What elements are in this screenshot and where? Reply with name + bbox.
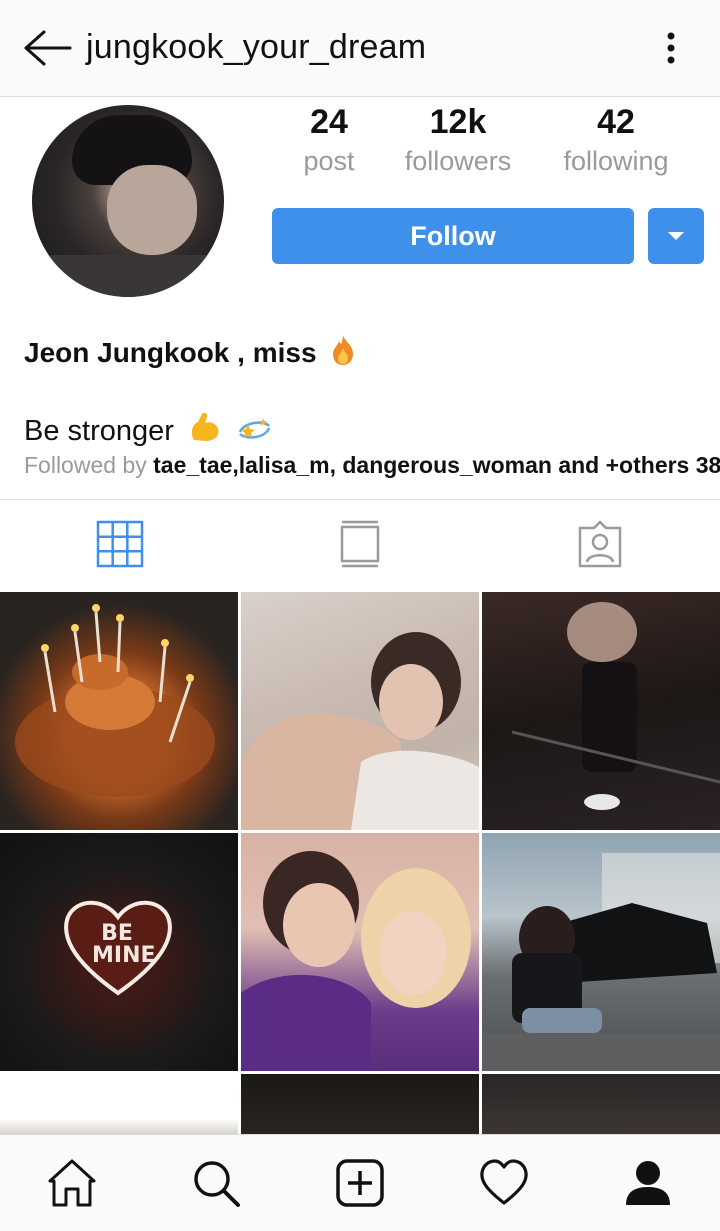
activity-heart-icon[interactable]	[478, 1157, 530, 1209]
bio-text: Be stronger	[24, 410, 272, 448]
grid-post-night-blur[interactable]	[482, 592, 720, 830]
grid-post-birthday-cake[interactable]	[0, 592, 238, 830]
bio-line: Be stronger	[24, 415, 174, 447]
car-photo-illustration	[482, 853, 720, 1071]
stat-following[interactable]: 42 following	[556, 103, 676, 177]
cake-candles-illustration	[15, 604, 215, 797]
stat-followers-label: followers	[404, 146, 512, 176]
grid-post-selfie[interactable]	[241, 833, 479, 1071]
more-vertical-icon[interactable]	[656, 28, 686, 68]
followed-by[interactable]: Followed by tae_tae,lalisa_m, dangerous_…	[24, 452, 720, 479]
grid-icon[interactable]	[96, 520, 144, 568]
stat-followers-count: 12k	[429, 103, 487, 141]
night-photo-illustration	[511, 602, 720, 810]
sleeping-photo-illustration	[241, 632, 479, 830]
grid-post-sleeping[interactable]	[241, 592, 479, 830]
section-divider	[0, 499, 720, 500]
follow-button[interactable]: Follow	[272, 208, 634, 264]
grid-post-partial-3[interactable]	[482, 1074, 720, 1134]
stat-following-label: following	[563, 146, 669, 176]
followed-by-names: tae_tae,lalisa_m, dangerous_woman and +o…	[153, 452, 720, 478]
grid-post-partial-1[interactable]	[0, 1074, 238, 1134]
search-icon[interactable]	[190, 1157, 242, 1209]
selfie-photo-illustration	[241, 851, 471, 1071]
caret-down-icon	[668, 232, 684, 240]
stat-following-count: 42	[597, 103, 635, 141]
tagged-icon[interactable]	[576, 520, 624, 568]
suggested-dropdown-button[interactable]	[648, 208, 704, 264]
add-post-icon[interactable]	[334, 1157, 386, 1209]
grid-post-car[interactable]	[482, 833, 720, 1071]
stat-followers[interactable]: 12k followers	[398, 103, 518, 177]
fire-emoji-icon	[333, 335, 354, 365]
dizzy-stars-emoji-icon	[238, 418, 271, 439]
display-name-text: Jeon Jungkook , miss	[24, 337, 317, 368]
stat-posts-label: post	[303, 146, 355, 176]
grid-post-partial-2[interactable]	[241, 1074, 479, 1134]
home-icon[interactable]	[46, 1157, 98, 1209]
arrow-left-icon[interactable]	[22, 28, 72, 68]
profile-avatar[interactable]	[32, 105, 224, 297]
avatar-face-shape	[107, 165, 197, 255]
feed-icon[interactable]	[336, 520, 384, 568]
grid-post-be-mine[interactable]: BE MINE	[0, 833, 238, 1071]
display-name: Jeon Jungkook , miss	[24, 334, 356, 369]
neon-heart-line-2: MINE	[92, 943, 156, 968]
followed-by-prefix: Followed by	[24, 452, 147, 478]
stat-posts[interactable]: 24 post	[288, 103, 370, 177]
top-bar: jungkook_your_dream	[0, 0, 720, 97]
profile-username: jungkook_your_dream	[86, 28, 427, 66]
stat-posts-count: 24	[310, 103, 348, 141]
flexed-biceps-emoji-icon	[191, 413, 219, 441]
neon-heart-text: BE MINE	[92, 921, 156, 968]
avatar-shirt-shape	[32, 255, 224, 297]
bottom-navigation	[0, 1134, 720, 1231]
profile-icon[interactable]	[622, 1157, 674, 1209]
neon-heart-line-1: BE	[101, 921, 133, 946]
